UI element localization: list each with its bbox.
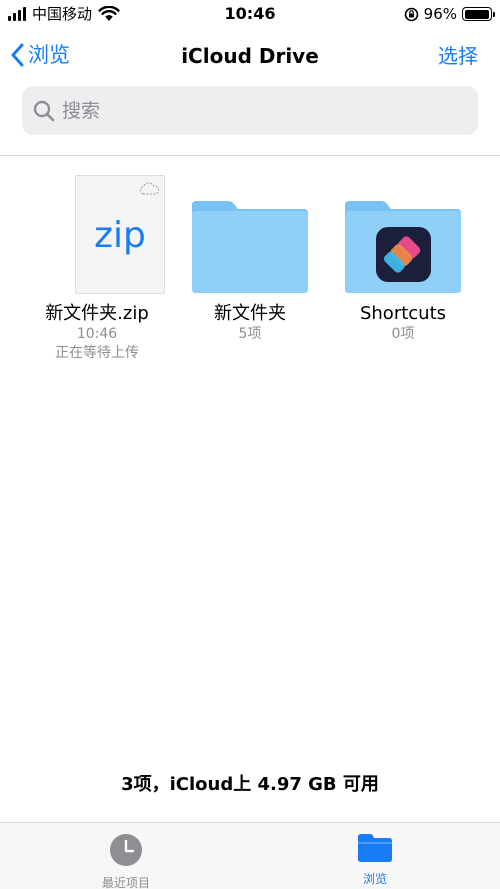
folder-thumbnail bbox=[175, 172, 325, 298]
item-upload-status: 正在等待上传 bbox=[55, 345, 139, 361]
search-bar[interactable] bbox=[22, 86, 478, 135]
tab-label: 浏览 bbox=[362, 872, 387, 886]
status-right: 96% bbox=[404, 4, 495, 24]
search-input[interactable] bbox=[62, 99, 462, 122]
navigation-bar: 浏览 iCloud Drive 选择 bbox=[0, 34, 500, 78]
storage-summary: 3项，iCloud上 4.97 GB 可用 bbox=[121, 774, 379, 795]
zip-file-icon: zip bbox=[75, 175, 165, 294]
status-bar: 中国移动 10:46 96% bbox=[0, 0, 500, 30]
tab-recents[interactable]: 最近项目 bbox=[86, 833, 166, 889]
item-name: 新文件夹 bbox=[214, 303, 286, 324]
orientation-lock-icon bbox=[404, 7, 418, 21]
item-name: 新文件夹.zip bbox=[45, 303, 149, 324]
zip-label: zip bbox=[94, 215, 146, 256]
item-name: Shortcuts bbox=[359, 303, 447, 324]
shortcuts-folder-thumbnail bbox=[328, 172, 478, 298]
select-button[interactable]: 选择 bbox=[438, 41, 478, 71]
divider bbox=[0, 155, 500, 156]
tab-bar: 最近项目 浏览 bbox=[0, 822, 500, 889]
zip-file-thumbnail: zip bbox=[22, 172, 172, 298]
shortcuts-folder-icon bbox=[345, 201, 461, 293]
cloud-upload-icon bbox=[140, 182, 160, 195]
tab-label: 最近项目 bbox=[101, 876, 150, 889]
file-item-zip[interactable]: zip 新文件夹.zip 10:46 正在等待上传 bbox=[22, 172, 172, 363]
item-count: 5项 bbox=[238, 326, 262, 342]
battery-fill bbox=[464, 9, 489, 19]
tab-browse[interactable]: 浏览 bbox=[335, 833, 415, 887]
folder-fill-icon bbox=[358, 834, 392, 862]
folder-item-new-folder[interactable]: 新文件夹 5项 bbox=[175, 172, 325, 344]
battery-percent: 96% bbox=[423, 5, 457, 23]
folder-item-shortcuts[interactable]: Shortcuts 0项 bbox=[328, 172, 478, 344]
page-title: iCloud Drive bbox=[181, 44, 319, 68]
item-time: 10:46 bbox=[76, 326, 118, 342]
item-count: 0项 bbox=[391, 326, 415, 342]
clock-icon bbox=[110, 834, 142, 866]
search-icon bbox=[33, 100, 55, 121]
battery-icon bbox=[462, 7, 495, 21]
folder-icon bbox=[192, 201, 308, 293]
